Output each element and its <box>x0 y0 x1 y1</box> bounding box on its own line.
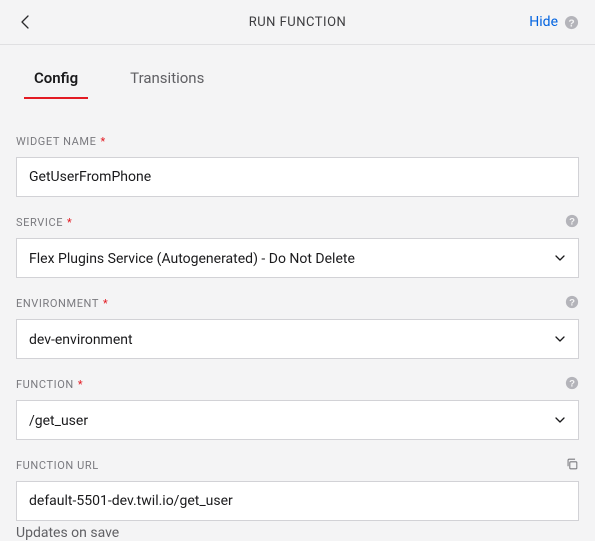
function-url-label: FUNCTION URL <box>16 459 99 472</box>
svg-text:?: ? <box>569 216 575 227</box>
service-label: SERVICE <box>16 216 63 229</box>
help-icon[interactable]: ? <box>564 15 579 30</box>
required-asterisk: * <box>100 135 105 148</box>
svg-text:?: ? <box>568 18 574 29</box>
environment-value: dev-environment <box>16 319 579 359</box>
help-icon[interactable]: ? <box>565 376 579 390</box>
required-asterisk: * <box>78 378 83 391</box>
svg-text:?: ? <box>569 378 575 389</box>
help-icon[interactable]: ? <box>565 295 579 309</box>
required-asterisk: * <box>103 297 108 310</box>
required-asterisk: * <box>67 216 72 229</box>
tabs: Config Transitions <box>0 63 595 100</box>
function-value: /get_user <box>16 400 579 440</box>
panel-title: RUN FUNCTION <box>0 15 595 30</box>
function-url-input[interactable] <box>16 481 579 521</box>
help-icon[interactable]: ? <box>565 214 579 228</box>
service-value: Flex Plugins Service (Autogenerated) - D… <box>16 238 579 278</box>
back-icon[interactable] <box>16 10 34 34</box>
svg-text:?: ? <box>569 297 575 308</box>
panel-header: RUN FUNCTION Hide ? <box>0 0 595 45</box>
tab-transitions[interactable]: Transitions <box>120 63 214 99</box>
copy-icon[interactable] <box>565 457 579 471</box>
function-label: FUNCTION <box>16 378 74 391</box>
function-url-hint: Updates on save <box>16 525 579 541</box>
service-select[interactable]: Flex Plugins Service (Autogenerated) - D… <box>16 238 579 278</box>
function-select[interactable]: /get_user <box>16 400 579 440</box>
widget-name-label: WIDGET NAME <box>16 135 96 148</box>
environment-label: ENVIRONMENT <box>16 297 99 310</box>
widget-name-input[interactable] <box>16 157 579 197</box>
form-area: WIDGET NAME * SERVICE * ? Flex Plugins S… <box>0 100 595 541</box>
hide-link[interactable]: Hide <box>529 14 558 30</box>
environment-select[interactable]: dev-environment <box>16 319 579 359</box>
tab-config[interactable]: Config <box>24 63 88 99</box>
